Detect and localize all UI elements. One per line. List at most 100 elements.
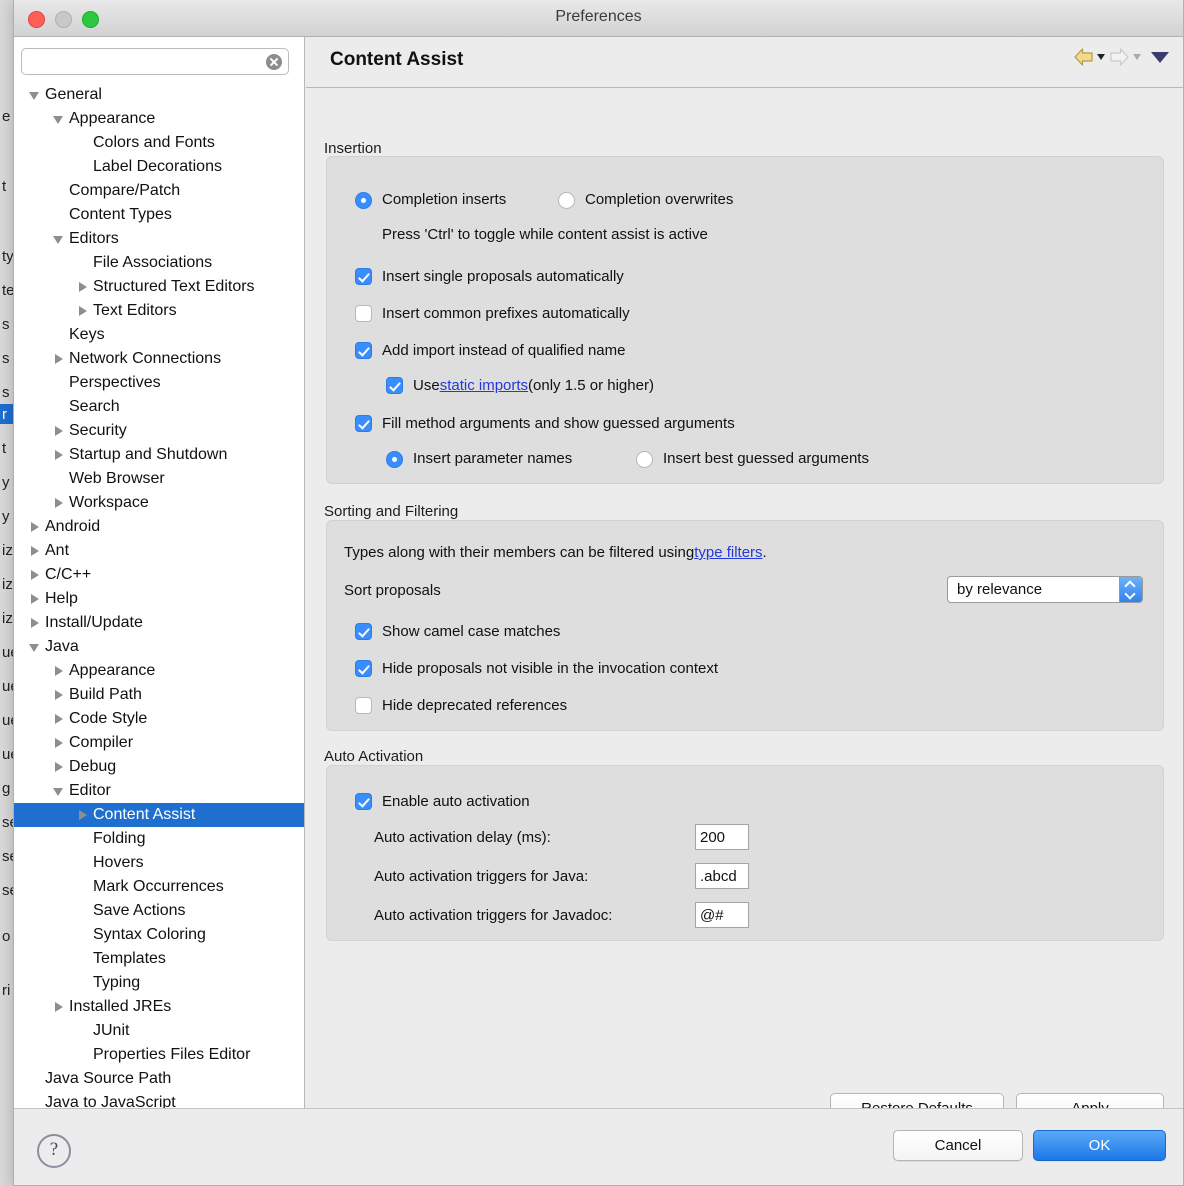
insert-parameter-names-radio[interactable] [386,451,403,468]
tree-twisty-collapsed-icon[interactable] [29,587,43,611]
tree-item-web-browser[interactable]: Web Browser [14,467,304,491]
clear-search-icon[interactable] [266,54,282,70]
tree-twisty-collapsed-icon[interactable] [53,683,67,707]
tree-twisty-collapsed-icon[interactable] [29,563,43,587]
insert-common-prefixes-checkbox[interactable] [355,305,372,322]
auto-activation-java-input[interactable] [695,863,749,889]
ok-button[interactable]: OK [1033,1130,1166,1161]
tree-item-install-update[interactable]: Install/Update [14,611,304,635]
search-input[interactable] [21,48,289,75]
tree-item-build-path[interactable]: Build Path [14,683,304,707]
preferences-tree[interactable]: General Appearance Colors and Fonts Label D… [14,83,304,1108]
auto-activation-delay-input[interactable] [695,824,749,850]
tree-item-label-decorations[interactable]: Label Decorations [14,155,304,179]
tree-twisty-expanded-icon[interactable] [53,779,67,803]
tree-twisty-collapsed-icon[interactable] [53,707,67,731]
tree-item-junit[interactable]: JUnit [14,1019,304,1043]
completion-overwrites-radio[interactable] [558,192,575,209]
tree-twisty-collapsed-icon[interactable] [77,299,91,323]
tree-twisty-collapsed-icon[interactable] [77,803,91,827]
tree-item-appearance[interactable]: Appearance [14,107,304,131]
tree-item-c-c[interactable]: C/C++ [14,563,304,587]
tree-twisty-collapsed-icon[interactable] [53,419,67,443]
tree-item-code-style[interactable]: Code Style [14,707,304,731]
use-static-imports-checkbox[interactable] [386,377,403,394]
tree-twisty-collapsed-icon[interactable] [53,491,67,515]
tree-item-editor[interactable]: Editor [14,779,304,803]
tree-item-file-associations[interactable]: File Associations [14,251,304,275]
tree-item-structured-text-editors[interactable]: Structured Text Editors [14,275,304,299]
tree-item-colors-and-fonts[interactable]: Colors and Fonts [14,131,304,155]
tree-item-android[interactable]: Android [14,515,304,539]
tree-twisty-expanded-icon[interactable] [29,635,43,659]
tree-twisty-collapsed-icon[interactable] [53,755,67,779]
page-body: Insertion Completion inserts Completion … [306,88,1183,1124]
insert-single-proposals-label: Insert single proposals automatically [382,268,624,285]
tree-twisty-expanded-icon[interactable] [29,83,43,107]
tree-twisty-collapsed-icon[interactable] [53,995,67,1019]
tree-twisty-collapsed-icon[interactable] [53,443,67,467]
tree-twisty-collapsed-icon[interactable] [29,515,43,539]
tree-item-perspectives[interactable]: Perspectives [14,371,304,395]
use-static-prefix-label: Use [413,377,440,394]
completion-inserts-radio[interactable] [355,192,372,209]
view-menu-triangle-icon[interactable] [1151,51,1169,63]
tree-item-syntax-coloring[interactable]: Syntax Coloring [14,923,304,947]
tree-item-text-editors[interactable]: Text Editors [14,299,304,323]
tree-item-search[interactable]: Search [14,395,304,419]
tree-item-compiler[interactable]: Compiler [14,731,304,755]
tree-twisty-collapsed-icon[interactable] [53,731,67,755]
tree-twisty-expanded-icon[interactable] [53,227,67,251]
tree-item-typing[interactable]: Typing [14,971,304,995]
back-dropdown-icon[interactable] [1097,54,1105,60]
sort-proposals-stepper[interactable] [1119,577,1142,602]
enable-auto-activation-checkbox[interactable] [355,793,372,810]
forward-dropdown-icon[interactable] [1133,54,1141,60]
tree-item-java-to-javascript[interactable]: Java to JavaScript [14,1091,304,1108]
tree-item-content-assist[interactable]: Content Assist [14,803,304,827]
tree-item-folding[interactable]: Folding [14,827,304,851]
tree-item-security[interactable]: Security [14,419,304,443]
tree-item-keys[interactable]: Keys [14,323,304,347]
tree-item-compare-patch[interactable]: Compare/Patch [14,179,304,203]
tree-item-help[interactable]: Help [14,587,304,611]
tree-item-startup-and-shutdown[interactable]: Startup and Shutdown [14,443,304,467]
help-button[interactable]: ? [37,1134,71,1168]
tree-item-templates[interactable]: Templates [14,947,304,971]
tree-item-installed-jres[interactable]: Installed JREs [14,995,304,1019]
tree-item-java-source-path[interactable]: Java Source Path [14,1067,304,1091]
tree-item-hovers[interactable]: Hovers [14,851,304,875]
tree-item-workspace[interactable]: Workspace [14,491,304,515]
hide-not-visible-checkbox[interactable] [355,660,372,677]
camel-case-checkbox[interactable] [355,623,372,640]
tree-item-properties-files-editor[interactable]: Properties Files Editor [14,1043,304,1067]
tree-item-mark-occurrences[interactable]: Mark Occurrences [14,875,304,899]
hide-deprecated-checkbox[interactable] [355,697,372,714]
static-imports-link[interactable]: static imports [440,377,528,394]
tree-item-java[interactable]: Java [14,635,304,659]
tree-twisty-collapsed-icon[interactable] [77,275,91,299]
back-button[interactable] [1073,48,1105,66]
tree-item-content-types[interactable]: Content Types [14,203,304,227]
tree-item-appearance[interactable]: Appearance [14,659,304,683]
cancel-button[interactable]: Cancel [893,1130,1023,1161]
type-filters-link[interactable]: type filters [694,544,762,561]
tree-item-debug[interactable]: Debug [14,755,304,779]
insert-best-guessed-radio[interactable] [636,451,653,468]
tree-twisty-expanded-icon[interactable] [53,107,67,131]
tree-item-network-connections[interactable]: Network Connections [14,347,304,371]
tree-item-general[interactable]: General [14,83,304,107]
auto-activation-javadoc-input[interactable] [695,902,749,928]
tree-item-editors[interactable]: Editors [14,227,304,251]
tree-twisty-collapsed-icon[interactable] [53,347,67,371]
fill-method-arguments-checkbox[interactable] [355,415,372,432]
forward-button[interactable] [1109,48,1141,66]
tree-item-ant[interactable]: Ant [14,539,304,563]
tree-twisty-collapsed-icon[interactable] [29,539,43,563]
tree-item-save-actions[interactable]: Save Actions [14,899,304,923]
sort-proposals-combobox[interactable]: by relevance [947,576,1143,603]
insert-single-proposals-checkbox[interactable] [355,268,372,285]
add-import-checkbox[interactable] [355,342,372,359]
tree-twisty-collapsed-icon[interactable] [29,611,43,635]
tree-twisty-collapsed-icon[interactable] [53,659,67,683]
